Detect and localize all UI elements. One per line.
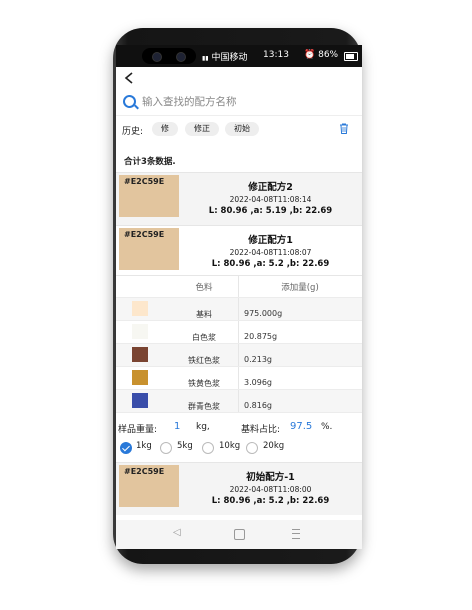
signal-icon: ▮▮ — [202, 55, 209, 62]
base-ratio-label: 基料占比: — [241, 425, 281, 435]
ingredient-amount: 0.816g — [244, 401, 272, 410]
ingredient-color-swatch — [132, 370, 148, 385]
search-icon[interactable] — [123, 95, 136, 108]
ingredient-color-swatch — [132, 301, 148, 316]
trash-icon[interactable] — [339, 123, 349, 134]
battery-icon — [344, 52, 358, 61]
total-count: 合计3条数据. — [124, 157, 176, 167]
table-row: 白色浆 20.875g — [116, 321, 362, 344]
ingredient-color-swatch — [132, 324, 148, 339]
chevron-left-icon — [124, 72, 133, 84]
radio-5kg[interactable] — [160, 442, 172, 454]
color-code: #E2C59E — [124, 177, 165, 186]
ingredient-name: 群青色浆 — [188, 402, 220, 411]
color-code: #E2C59E — [124, 467, 165, 476]
history-chip[interactable]: 初始 — [225, 122, 259, 136]
camera-notch — [142, 48, 196, 64]
history-chip[interactable]: 修正 — [185, 122, 219, 136]
status-bar: ▮▮ 中国移动 13:13 ⏰ 86% — [116, 45, 362, 67]
formula-datetime: 2022-04-08T11:08:07 — [229, 248, 312, 257]
column-divider — [238, 367, 239, 389]
column-header-color: 色料 — [195, 283, 213, 293]
table-row: 铁红色浆 0.213g — [116, 344, 362, 367]
ingredient-color-swatch — [132, 347, 148, 362]
sample-weight-unit: kg, — [196, 422, 210, 432]
color-code: #E2C59E — [124, 230, 165, 239]
formula-lab-values: L: 80.96 ,a: 5.19 ,b: 22.69 — [208, 206, 333, 216]
formula-card[interactable]: #E2C59E 修正配方2 2022-04-08T11:08:14 L: 80.… — [116, 173, 362, 225]
ingredient-amount: 0.213g — [244, 355, 272, 364]
back-button[interactable] — [124, 69, 134, 88]
radio-1kg[interactable] — [120, 442, 132, 454]
sample-weight-row: 样品重量: 1 kg, 基料占比: 97.5 %. — [116, 421, 362, 437]
column-divider — [238, 321, 239, 343]
sample-weight-input[interactable]: 1 — [174, 421, 180, 432]
ingredient-table: 色料 添加量(g) 基料 975.000g 白色浆 20.875g 铁红色浆 0… — [116, 275, 362, 413]
radio-20kg[interactable] — [246, 442, 258, 454]
history-label: 历史: — [122, 127, 144, 137]
front-camera-icon — [152, 52, 162, 62]
formula-name: 修正配方2 — [248, 182, 293, 193]
ingredient-name: 铁黄色浆 — [188, 379, 220, 388]
battery-percent: 86% — [318, 50, 339, 60]
formula-card[interactable]: #E2C59E 初始配方-1 2022-04-08T11:08:00 L: 80… — [116, 463, 362, 515]
app-screen: ▮▮ 中国移动 13:13 ⏰ 86% 历史: 修 修正 初始 合计3条数据. … — [116, 45, 362, 549]
table-row: 群青色浆 0.816g — [116, 390, 362, 413]
ingredient-color-swatch — [132, 393, 148, 408]
option-label[interactable]: 1kg — [136, 441, 152, 451]
search-input[interactable] — [142, 94, 342, 110]
ingredient-name: 白色浆 — [192, 333, 216, 342]
nav-recents-icon[interactable] — [292, 529, 300, 539]
ingredient-amount: 20.875g — [244, 332, 278, 341]
system-nav-bar: ◁ — [116, 520, 362, 549]
table-row: 基料 975.000g — [116, 298, 362, 321]
weight-options: 1kg 5kg 10kg 20kg — [116, 441, 362, 457]
table-row: 铁黄色浆 3.096g — [116, 367, 362, 390]
search-bar — [116, 91, 362, 116]
alarm-icon: ⏰ — [304, 50, 316, 60]
formula-name: 修正配方1 — [248, 235, 293, 246]
clock: 13:13 — [263, 50, 289, 60]
column-divider — [238, 298, 239, 320]
radio-10kg[interactable] — [202, 442, 214, 454]
nav-home-icon[interactable] — [234, 529, 245, 540]
carrier-name: ▮▮ 中国移动 — [202, 53, 248, 63]
search-history: 历史: 修 修正 初始 — [116, 121, 362, 139]
history-chip[interactable]: 修 — [152, 122, 178, 136]
formula-lab-values: L: 80.96 ,a: 5.2 ,b: 22.69 — [211, 496, 330, 506]
color-swatch: #E2C59E — [119, 465, 179, 507]
ingredient-amount: 3.096g — [244, 378, 272, 387]
formula-card[interactable]: #E2C59E 修正配方1 2022-04-08T11:08:07 L: 80.… — [116, 226, 362, 278]
option-label[interactable]: 20kg — [263, 441, 284, 451]
table-header: 色料 添加量(g) — [116, 275, 362, 298]
column-header-amount: 添加量(g) — [281, 283, 319, 293]
column-divider — [238, 390, 239, 412]
formula-datetime: 2022-04-08T11:08:14 — [229, 195, 312, 204]
ingredient-name: 铁红色浆 — [188, 356, 220, 365]
option-label[interactable]: 10kg — [219, 441, 240, 451]
status-icons: ⏰ 86% — [304, 50, 338, 60]
color-swatch: #E2C59E — [119, 175, 179, 217]
formula-datetime: 2022-04-08T11:08:00 — [229, 485, 312, 494]
front-camera-icon — [176, 52, 186, 62]
column-divider — [238, 344, 239, 366]
sample-weight-label: 样品重量: — [118, 425, 158, 435]
ingredient-name: 基料 — [196, 310, 212, 319]
color-swatch: #E2C59E — [119, 228, 179, 270]
formula-name: 初始配方-1 — [246, 472, 295, 483]
ingredient-amount: 975.000g — [244, 309, 283, 318]
base-ratio-unit: %. — [321, 422, 333, 432]
formula-lab-values: L: 80.96 ,a: 5.2 ,b: 22.69 — [211, 259, 330, 269]
base-ratio-value: 97.5 — [290, 421, 313, 432]
option-label[interactable]: 5kg — [177, 441, 193, 451]
nav-back-icon[interactable]: ◁ — [173, 527, 181, 538]
